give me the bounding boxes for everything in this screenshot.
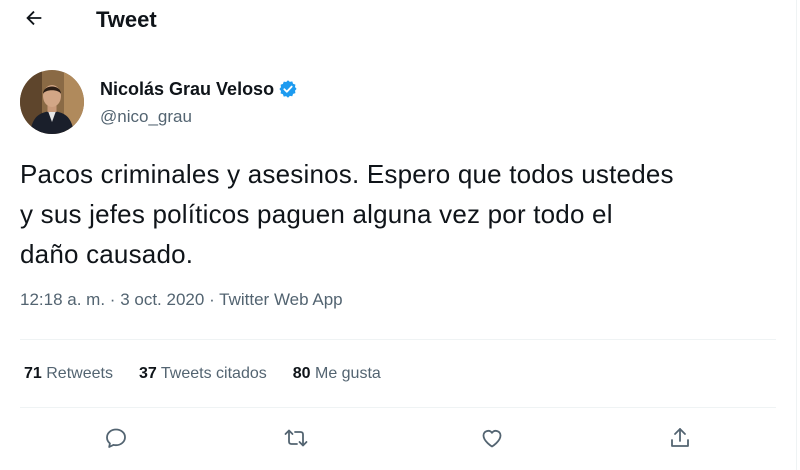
retweets-label: Retweets	[46, 365, 113, 382]
share-icon	[668, 426, 692, 455]
verified-badge-icon	[278, 79, 298, 99]
tweet-stats: 71 Retweets 37 Tweets citados 80 Me gust…	[24, 363, 407, 385]
likes-stat[interactable]: 80 Me gusta	[293, 363, 381, 385]
like-button[interactable]	[472, 420, 512, 460]
tweet-timestamp-date[interactable]: 3 oct. 2020	[120, 290, 204, 309]
author-handle[interactable]: @nico_grau	[100, 106, 192, 128]
likes-count: 80	[292, 365, 311, 382]
quotes-count: 37	[138, 365, 157, 382]
share-button[interactable]	[660, 420, 700, 460]
arrow-left-icon	[23, 7, 45, 34]
back-button[interactable]	[20, 6, 48, 34]
quotes-label: Tweets citados	[160, 365, 267, 382]
retweet-button[interactable]	[276, 420, 316, 460]
quote-tweets-stat[interactable]: 37 Tweets citados	[139, 363, 267, 385]
page-title: Tweet	[96, 7, 157, 32]
likes-label: Me gusta	[314, 365, 381, 382]
avatar[interactable]	[20, 70, 84, 134]
tweet-source[interactable]: Twitter Web App	[219, 290, 342, 309]
tweet-timestamp-time[interactable]: 12:18 a. m.	[20, 290, 105, 309]
author-name: Nicolás Grau Veloso	[100, 79, 275, 99]
meta-separator: ·	[109, 290, 116, 309]
divider	[20, 339, 776, 340]
retweets-stat[interactable]: 71 Retweets	[24, 363, 113, 385]
retweet-icon	[283, 426, 309, 455]
tweet-author: Nicolás Grau Veloso @nico_grau	[20, 70, 780, 136]
tweet-text: Pacos criminales y asesinos. Espero que …	[20, 159, 674, 269]
reply-button[interactable]	[96, 420, 136, 460]
tweet-page: Tweet Nicolás Grau Veloso @nico_grau Pac…	[0, 0, 800, 470]
reply-icon	[104, 426, 128, 455]
heart-icon	[480, 426, 504, 455]
column-border	[796, 0, 797, 470]
header: Tweet	[0, 0, 796, 42]
retweets-count: 71	[24, 365, 42, 382]
divider	[20, 407, 776, 408]
meta-separator: ·	[209, 290, 215, 309]
tweet-metadata: 12:18 a. m. · 3 oct. 2020 · Twitter Web …	[20, 289, 343, 311]
author-name-link[interactable]: Nicolás Grau Veloso	[100, 78, 298, 100]
tweet-actions	[0, 420, 796, 460]
